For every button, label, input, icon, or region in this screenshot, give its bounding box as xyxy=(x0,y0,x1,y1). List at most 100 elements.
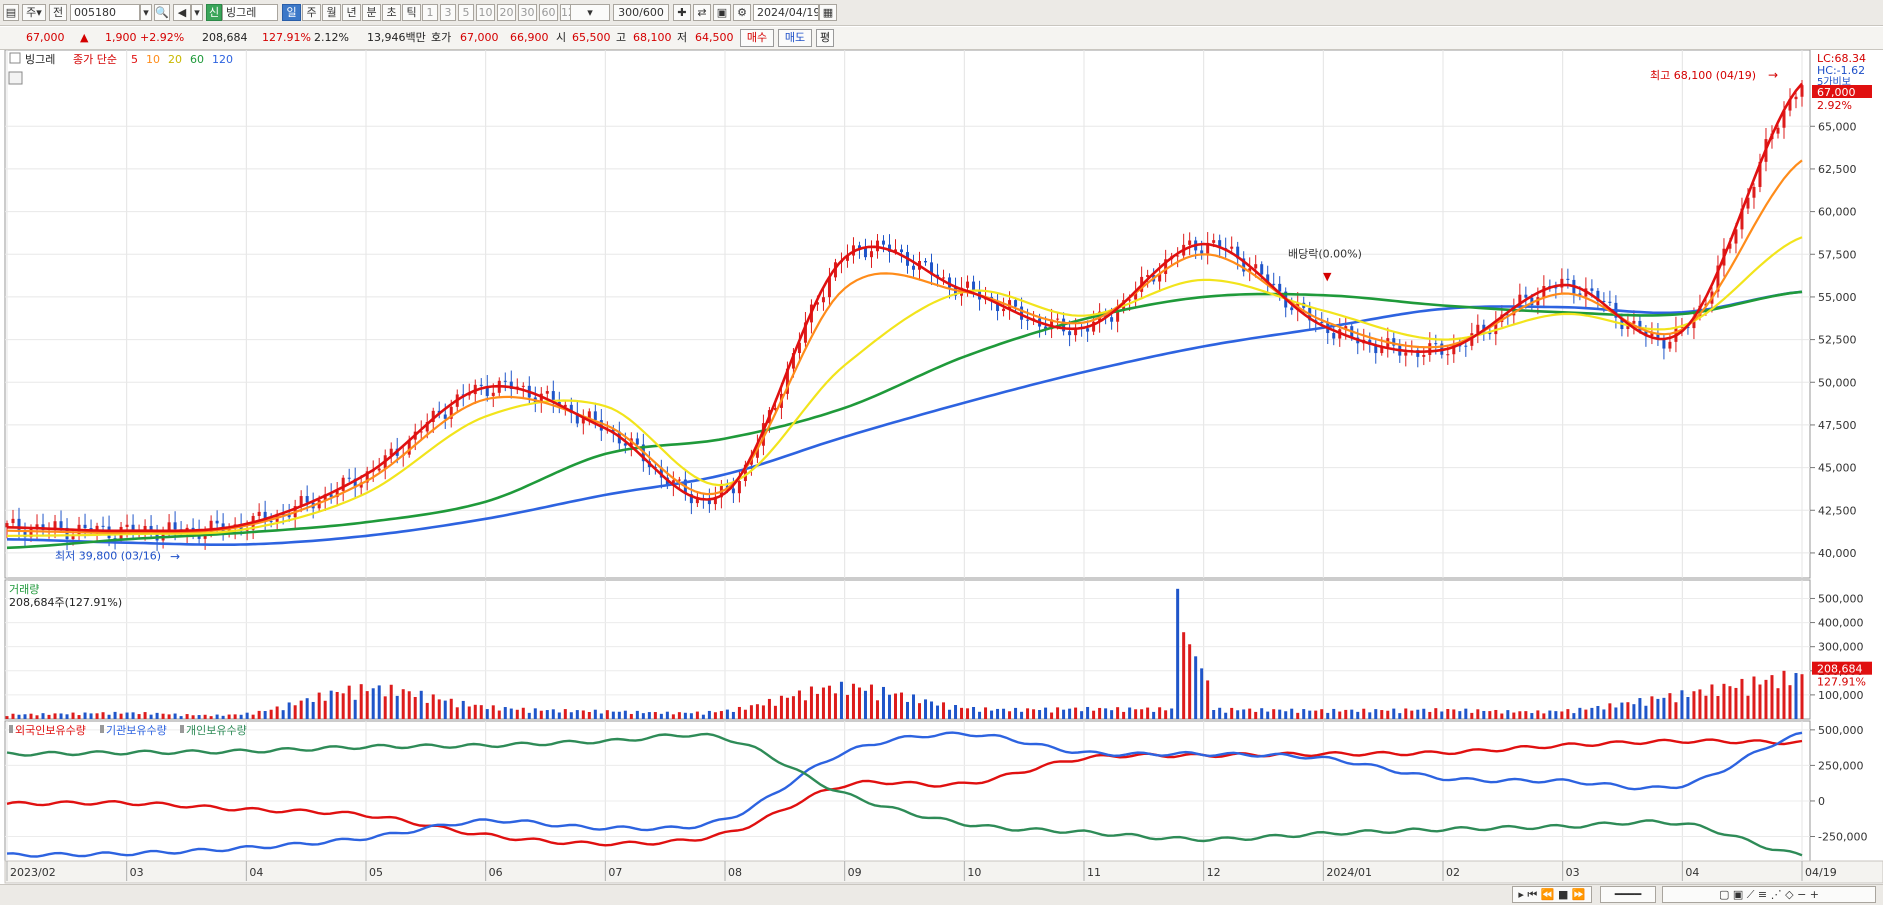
open-price: 65,500 xyxy=(572,31,611,44)
volume-bar xyxy=(725,709,729,719)
period-tab-3[interactable]: 년 xyxy=(342,4,361,21)
volume-bar xyxy=(1248,708,1252,719)
interval-button-5[interactable]: 5 xyxy=(458,4,474,21)
volume-bar xyxy=(924,699,928,719)
interval-button-30[interactable]: 30 xyxy=(518,4,537,21)
volume-bar xyxy=(1068,708,1072,719)
drawing-tools[interactable]: ▢ ▣ ⟋ ≡ ⋰ ◇ − + xyxy=(1662,886,1876,903)
price-axis-label: 65,000 xyxy=(1818,120,1857,133)
settings-icon[interactable]: ⚙ xyxy=(733,4,751,21)
volume-bar xyxy=(1458,711,1462,719)
volume-bar xyxy=(1146,707,1150,719)
volume-pct: 127.91% xyxy=(262,31,311,44)
candle-body xyxy=(1434,343,1438,345)
candle-body xyxy=(899,249,903,253)
save-icon[interactable]: ▣ xyxy=(713,4,731,21)
period-tab-6[interactable]: 틱 xyxy=(402,4,421,21)
buy-button[interactable]: 매수 xyxy=(740,29,774,47)
volume-bar xyxy=(1038,710,1042,719)
volume-bar xyxy=(1128,707,1132,719)
volume-bar xyxy=(731,711,735,719)
volume-bar xyxy=(1332,708,1336,719)
evaluate-button[interactable]: 평 xyxy=(816,29,834,47)
interval-button-3[interactable]: 3 xyxy=(440,4,456,21)
volume-bar xyxy=(1314,710,1318,719)
candle-body xyxy=(377,468,381,471)
candle-body xyxy=(1056,318,1060,320)
volume-bar xyxy=(587,712,591,719)
volume-bar xyxy=(113,711,117,719)
volume-bar xyxy=(5,716,9,719)
sell-button[interactable]: 매도 xyxy=(778,29,812,47)
candle-body xyxy=(305,496,309,503)
period-tab-0[interactable]: 일 xyxy=(282,4,301,21)
volume-bar xyxy=(1590,707,1594,719)
period-spin[interactable]: ▾ xyxy=(570,4,610,21)
candle-body xyxy=(173,522,177,530)
volume-bar xyxy=(719,711,723,719)
speaker-dropdown-icon[interactable]: ▾ xyxy=(191,4,203,21)
candle-body xyxy=(491,392,495,396)
volume-bar xyxy=(1662,697,1666,719)
volume-bar xyxy=(1446,708,1450,719)
volume-bar xyxy=(1062,709,1066,719)
holding-axis-label: -250,000 xyxy=(1818,831,1867,844)
candle-body xyxy=(347,477,351,479)
interval-button-10[interactable]: 10 xyxy=(476,4,495,21)
x-label: 02 xyxy=(1446,866,1460,879)
price-axis-label: 45,000 xyxy=(1818,462,1857,475)
volume-panel-subtitle: 208,684주(127.91%) xyxy=(9,596,122,609)
interval-button-20[interactable]: 20 xyxy=(497,4,516,21)
crosshair-icon[interactable]: ✚ xyxy=(673,4,691,21)
interval-button-1[interactable]: 1 xyxy=(422,4,438,21)
holding-axis-label: 250,000 xyxy=(1818,759,1864,772)
compare-icon[interactable]: ⇄ xyxy=(693,4,711,21)
min-arrow-icon: → xyxy=(170,549,180,563)
quote-bar: 67,000 ▲ 1,900 +2.92% 208,684 127.91% 2.… xyxy=(0,27,1883,50)
data-count[interactable]: 300/600 xyxy=(613,4,669,21)
volume-bar xyxy=(948,709,952,719)
stock-chart[interactable]: 2023/02 03 04 05 06 07 08 09 10 11 12 2024/01 02 03 04… xyxy=(0,50,1883,884)
interval-button-60[interactable]: 60 xyxy=(539,4,558,21)
volume-bar xyxy=(23,714,27,719)
search-icon[interactable]: 🔍 xyxy=(154,4,170,21)
volume-bar xyxy=(509,708,513,719)
up-arrow-icon: ▲ xyxy=(80,31,89,44)
volume-bar xyxy=(179,716,183,719)
period-tab-2[interactable]: 월 xyxy=(322,4,341,21)
window-menu-icon[interactable]: ▤ xyxy=(3,4,19,21)
status-bar: ▸ ⏮ ⏪ ■ ⏩ ━━━━ ▢ ▣ ⟋ ≡ ⋰ ◇ − + xyxy=(0,884,1883,905)
stock-code-input[interactable]: 005180 xyxy=(70,4,140,21)
calendar-icon[interactable]: ▦ xyxy=(819,4,837,21)
open-label: 시 xyxy=(556,31,567,44)
volume-bar xyxy=(1524,711,1528,719)
volume-bar xyxy=(875,700,879,719)
period-tab-5[interactable]: 초 xyxy=(382,4,401,21)
scroll-controls[interactable]: ▸ ⏮ ⏪ ■ ⏩ xyxy=(1512,886,1592,903)
volume-bar xyxy=(515,709,519,719)
zoom-slider[interactable]: ━━━━ xyxy=(1600,886,1656,903)
market-select[interactable]: 주▾ xyxy=(22,4,46,21)
price-change-pct: +2.92% xyxy=(140,31,185,44)
period-tab-1[interactable]: 주 xyxy=(302,4,321,21)
volume-axis-label: 400,000 xyxy=(1818,617,1864,630)
volume-bar xyxy=(683,712,687,719)
code-dropdown-icon[interactable]: ▾ xyxy=(140,4,152,21)
volume-bar xyxy=(599,713,603,719)
volume-bar xyxy=(701,714,705,719)
volume-bar xyxy=(335,691,339,719)
period-tab-4[interactable]: 분 xyxy=(362,4,381,21)
volume-bar xyxy=(1320,709,1324,719)
all-button[interactable]: 전 xyxy=(49,4,67,21)
high-price: 68,100 xyxy=(633,31,672,44)
volume-bar xyxy=(1626,702,1630,719)
volume-bar xyxy=(845,694,849,719)
speaker-icon[interactable]: ◀ xyxy=(173,4,191,21)
volume-bar xyxy=(557,712,561,719)
candle-body xyxy=(1776,127,1780,134)
candle-body xyxy=(593,411,597,421)
volume-bar xyxy=(779,695,783,719)
candle-body xyxy=(881,240,885,245)
date-field[interactable]: 2024/04/19 xyxy=(753,4,819,21)
volume-bar xyxy=(641,713,645,719)
